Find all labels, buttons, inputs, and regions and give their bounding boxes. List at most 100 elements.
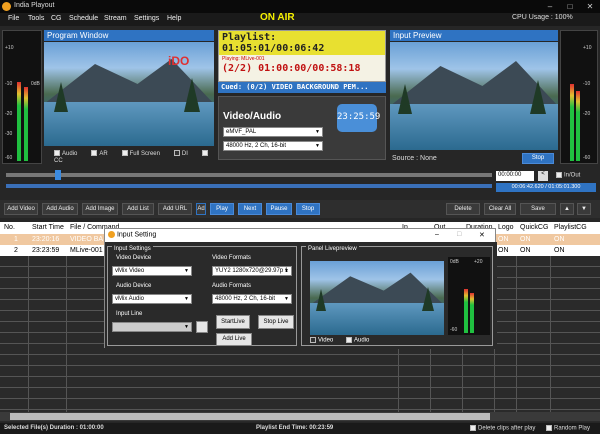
audio-device-select[interactable]: vMix Audio ▼ — [112, 294, 192, 304]
random-play-option[interactable]: Random Play — [546, 425, 590, 432]
play-button[interactable]: Play — [210, 203, 234, 215]
move-up-icon[interactable]: ▲ — [560, 203, 574, 215]
move-down-icon[interactable]: ▼ — [577, 203, 591, 215]
add-url-button[interactable]: Add URL — [158, 203, 192, 215]
video-checkbox[interactable] — [310, 337, 316, 343]
timeline-back-icon[interactable]: < — [538, 171, 548, 181]
pause-button[interactable]: Pause — [266, 203, 292, 215]
vu-bar-left — [17, 82, 21, 161]
cpu-usage: CPU Usage : 100% — [512, 14, 573, 21]
input-stop-button[interactable]: Stop — [522, 153, 554, 164]
row-no: 1 — [14, 236, 18, 243]
live-audio-meter: 0dB +20 -60 — [448, 257, 490, 335]
video-device-select[interactable]: vMix Video ▼ — [112, 266, 192, 276]
vu-tick: +20 — [474, 259, 483, 265]
fullscreen-option[interactable]: Full Screen — [121, 150, 160, 157]
video-format-select[interactable]: eMVF_PAL ▼ — [223, 127, 323, 137]
dialog-minimize-icon[interactable]: – — [435, 231, 439, 238]
horizontal-scrollbar[interactable] — [0, 412, 600, 421]
maximize-icon[interactable]: □ — [560, 0, 580, 13]
input-line-select[interactable]: ▼ — [112, 322, 192, 332]
audio-checkbox[interactable] — [346, 337, 352, 343]
di-option[interactable]: DI — [173, 150, 188, 157]
audio-checkbox[interactable] — [54, 150, 60, 157]
stop-button[interactable]: Stop — [296, 203, 320, 215]
ar-option[interactable]: AR — [91, 150, 108, 157]
menu-cg[interactable]: CG — [51, 15, 62, 22]
vu-tick: -60 — [583, 155, 591, 161]
add-more-button[interactable]: Ad — [196, 203, 206, 215]
delete-clips-label: Delete clips after play — [478, 425, 536, 432]
program-video[interactable]: iDO — [44, 42, 214, 146]
stop-live-button[interactable]: Stop Live — [258, 315, 294, 329]
audio-device-label: Audio Device — [116, 283, 152, 289]
menu-schedule[interactable]: Schedule — [69, 15, 98, 22]
dialog-close-icon[interactable]: ✕ — [479, 231, 485, 239]
timeline-track[interactable] — [6, 170, 492, 180]
vu-tick: 0dB — [31, 81, 40, 87]
grid-column-line — [28, 256, 29, 412]
vu-bar-right — [576, 91, 580, 161]
inout-option[interactable]: In/Out — [556, 172, 580, 179]
menu-help[interactable]: Help — [167, 15, 181, 22]
clear-all-button[interactable]: Clear All — [484, 203, 516, 215]
menu-tools[interactable]: Tools — [28, 15, 44, 22]
add-list-button[interactable]: Add List — [122, 203, 154, 215]
add-image-button[interactable]: Add Image — [82, 203, 118, 215]
dialog-maximize-icon[interactable]: □ — [457, 231, 461, 238]
add-live-button[interactable]: Add Live — [216, 333, 252, 346]
vu-bar-right — [24, 87, 28, 161]
vu-tick: -60 — [5, 155, 13, 161]
audio-formats-select[interactable]: 48000 Hz, 2 Ch, 16-bit ▼ — [212, 294, 292, 304]
save-button[interactable]: Save — [520, 203, 556, 215]
minimize-icon[interactable]: – — [540, 0, 560, 13]
video-audio-title: Video/Audio — [223, 111, 282, 122]
delete-clips-option[interactable]: Delete clips after play — [470, 425, 535, 432]
menu-stream[interactable]: Stream — [104, 15, 127, 22]
input-line-color-box[interactable] — [196, 321, 208, 333]
inout-checkbox[interactable] — [556, 172, 562, 178]
close-icon[interactable]: ✕ — [580, 0, 600, 13]
cued-status: Cued: (0/2) VIDEO BACKGROUND PEM... — [218, 82, 386, 93]
clock-display: 23:25:59 — [337, 104, 380, 132]
cc-checkbox[interactable] — [201, 150, 208, 157]
video-formats-select[interactable]: YUY2 1280x720@29.97p 1 ▼ — [212, 266, 292, 276]
video-check-option[interactable]: Video — [310, 337, 333, 344]
playlist-header: Playlist: 01:05:01/00:06:42 — [219, 31, 385, 55]
scrollbar-thumb[interactable] — [10, 413, 490, 420]
live-preview-group: Panel Livepreview 0dB +20 -60 Video Audi… — [301, 246, 493, 346]
row-quickcg: ON — [520, 247, 531, 254]
column-quickcg[interactable]: QuickCG — [520, 224, 548, 231]
start-live-button[interactable]: StartLive — [216, 315, 250, 329]
column-no[interactable]: No. — [4, 224, 15, 231]
grid-column-line — [516, 256, 517, 412]
menu-file[interactable]: File — [8, 15, 19, 22]
audio-check-option[interactable]: Audio — [346, 337, 369, 344]
timeline-handle[interactable] — [55, 170, 61, 180]
menu-settings[interactable]: Settings — [134, 15, 159, 22]
column-playlistcg[interactable]: PlaylistCG — [554, 224, 587, 231]
di-checkbox[interactable] — [173, 150, 180, 157]
timeline-time-input[interactable]: 00:00:00 — [496, 171, 534, 181]
chevron-down-icon: ▼ — [284, 296, 289, 302]
audio-format-select[interactable]: 48000 Hz, 2 Ch, 16-bit ▼ — [223, 141, 323, 151]
menu-bar: File Tools CG Schedule Stream Settings H… — [0, 13, 600, 26]
audio-device-value: vMix Audio — [115, 296, 145, 302]
add-video-button[interactable]: Add Video — [4, 203, 38, 215]
add-audio-button[interactable]: Add Audio — [42, 203, 78, 215]
column-logo[interactable]: Logo — [498, 224, 514, 231]
ar-checkbox[interactable] — [91, 150, 98, 157]
audio-option[interactable]: Audio — [54, 150, 77, 157]
live-preview-video[interactable] — [310, 261, 444, 335]
delete-button[interactable]: Delete — [446, 203, 480, 215]
input-preview-video[interactable] — [390, 42, 558, 150]
column-start-time[interactable]: Start Time — [32, 224, 64, 231]
inout-label: In/Out — [564, 172, 581, 179]
next-button[interactable]: Next — [238, 203, 262, 215]
random-play-checkbox[interactable] — [546, 425, 552, 431]
row-logo: ON — [498, 236, 509, 243]
audio-check-label: Audio — [354, 337, 370, 344]
live-vu-bar-right — [470, 293, 474, 333]
delete-clips-checkbox[interactable] — [470, 425, 476, 431]
fullscreen-checkbox[interactable] — [121, 150, 128, 157]
